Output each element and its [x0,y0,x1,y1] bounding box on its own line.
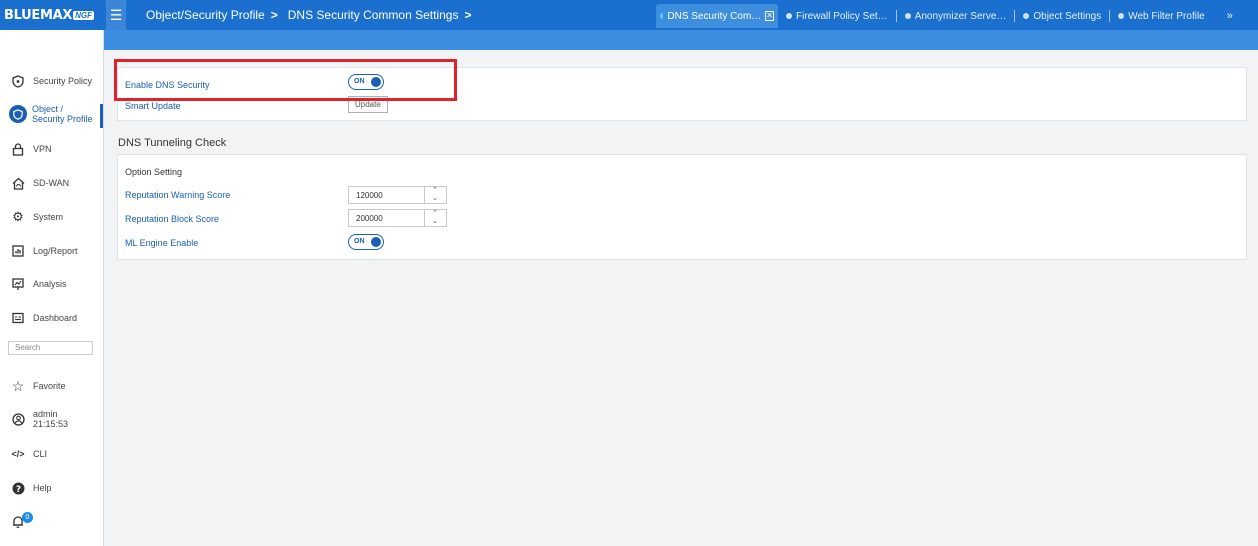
reputation-block-value: 200000 [356,214,383,223]
tab-label: Object Settings [1033,10,1102,22]
tab-web-filter[interactable]: Web Filter Profile [1110,4,1213,28]
reputation-warning-spinner: ⌃ ⌄ [424,187,446,203]
toggle-state: ON [354,238,365,245]
user-icon [11,412,25,426]
svg-text:?: ? [15,484,20,494]
sidebar-item-label: admin 21:15:53 [33,409,68,429]
tab-label: Firewall Policy Set… [796,10,888,22]
breadcrumb-item[interactable]: DNS Security Common Settings [288,8,459,22]
toggle-knob [371,237,381,247]
sidebar-item-security-policy[interactable]: Security Policy [0,74,103,88]
object-profile-icon [9,105,27,123]
sidebar-item-label: Dashboard [33,313,78,323]
smart-update-label: Smart Update [125,101,181,111]
shield-icon [11,74,25,88]
chevron-right-icon: > [464,8,472,22]
active-indicator [100,104,103,128]
sidebar-item-label: Object / Security Profile [32,104,93,124]
sidebar-item-favorite[interactable]: ☆ Favorite [0,377,103,394]
dashboard-icon [11,311,25,325]
sidebar-item-admin[interactable]: admin 21:15:53 [0,409,103,429]
sidebar-item-system[interactable]: ⚙ System [0,209,103,224]
sidebar-item-analysis[interactable]: Analysis [0,277,103,291]
notification-badge: 0 [22,512,33,523]
tab-object-settings[interactable]: Object Settings [1015,4,1109,28]
chevron-right-icon: > [270,8,278,22]
tab-dot-icon [1118,13,1125,19]
reputation-warning-value: 120000 [356,191,383,200]
reputation-block-spinner: ⌃ ⌄ [424,210,446,226]
sidebar-item-label: Favorite [33,381,66,391]
analysis-icon [11,277,25,291]
option-setting-title: Option Setting [125,167,183,177]
home-network-icon [11,176,25,190]
sidebar: Security Policy Object / Security Profil… [0,30,104,546]
admin-username: admin [33,409,58,419]
sidebar-item-label: Log/Report [33,246,78,256]
logo-text: BLUEMAX [4,7,73,23]
sidebar-item-label-line1: Object / [32,104,64,114]
tab-dot-icon [786,13,792,19]
lock-icon [11,142,25,156]
sidebar-item-label: Help [33,483,52,493]
sidebar-item-notifications[interactable] [0,514,103,528]
tab-anonymizer[interactable]: Anonymizer Serve… [897,4,1015,28]
sidebar-item-vpn[interactable]: VPN [0,142,103,156]
chevron-down-icon[interactable]: ⌄ [431,195,439,202]
sidebar-item-log-report[interactable]: Log/Report [0,244,103,258]
ml-engine-toggle[interactable]: ON [348,234,384,250]
reputation-warning-input[interactable]: 120000 ⌃ ⌄ [348,186,447,204]
session-time: 21:15:53 [33,419,69,429]
chevron-up-icon[interactable]: ⌃ [431,187,439,194]
tab-bar: DNS Security Com… ✕ Firewall Policy Set…… [656,4,1233,28]
report-icon [11,244,25,258]
sidebar-item-dashboard[interactable]: Dashboard [0,311,103,325]
hamburger-menu-icon[interactable]: ☰ [106,0,126,30]
tabs-more-icon[interactable]: » [1227,10,1233,22]
reputation-warning-label: Reputation Warning Score [125,190,231,200]
sidebar-item-object-security-profile[interactable]: Object / Security Profile [0,104,103,124]
header-band [104,30,1258,50]
star-icon: ☆ [11,377,25,394]
sidebar-item-sd-wan[interactable]: SD-WAN [0,176,103,190]
sidebar-item-label: System [33,212,64,222]
logo-suffix: NGF [73,10,94,20]
sidebar-item-label-line2: Security Profile [32,114,93,124]
highlight-box [114,59,457,101]
sidebar-item-help[interactable]: ? Help [0,481,103,495]
tab-label: Anonymizer Serve… [914,10,1007,22]
code-icon: </> [11,449,25,459]
logo: BLUEMAX NGF [0,0,104,30]
tab-firewall-policy[interactable]: Firewall Policy Set… [778,4,896,28]
close-icon[interactable]: ✕ [765,11,774,21]
tab-label: DNS Security Com… [667,10,762,22]
tab-dot-icon [1023,13,1030,19]
sidebar-search-input[interactable]: Search [8,341,93,355]
sidebar-item-cli[interactable]: </> CLI [0,447,103,461]
sidebar-item-label: Security Policy [33,76,93,86]
sidebar-item-label: SD-WAN [33,178,70,188]
chevron-up-icon[interactable]: ⌃ [431,210,439,217]
help-icon: ? [11,481,25,495]
tab-label: Web Filter Profile [1128,10,1205,22]
dns-tunneling-title: DNS Tunneling Check [118,137,227,149]
breadcrumb: Object/Security Profile > DNS Security C… [146,8,481,22]
breadcrumb-item[interactable]: Object/Security Profile [146,8,265,22]
sidebar-item-label: CLI [33,449,48,459]
gear-icon: ⚙ [12,209,24,224]
dns-tunneling-panel: Option Setting Reputation Warning Score … [117,154,1247,260]
tab-dot-icon [660,13,664,19]
sidebar-item-label: Analysis [33,279,67,289]
chevron-down-icon[interactable]: ⌄ [431,218,439,225]
tab-dot-icon [904,13,911,19]
reputation-block-label: Reputation Block Score [125,214,220,224]
tab-dns-security[interactable]: DNS Security Com… ✕ [656,4,778,28]
sidebar-item-label: VPN [33,144,52,154]
ml-engine-label: ML Engine Enable [125,238,199,248]
reputation-block-input[interactable]: 200000 ⌃ ⌄ [348,209,447,227]
